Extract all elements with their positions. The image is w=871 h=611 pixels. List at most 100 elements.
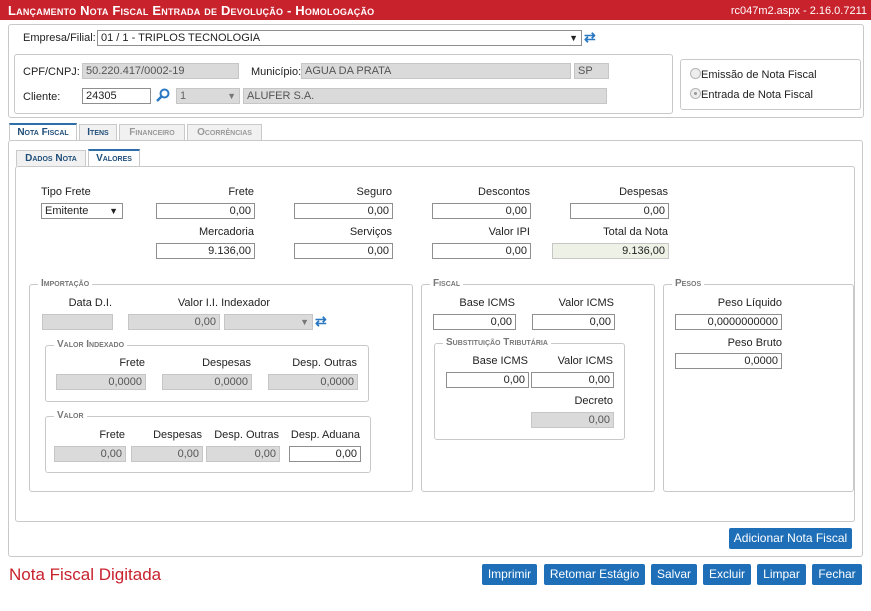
- valor-fieldset: Valor: [45, 410, 371, 473]
- valor-ipi-label: Valor IPI: [488, 226, 530, 238]
- cpf-label: CPF/CNPJ:: [23, 66, 80, 78]
- fechar-button[interactable]: Fechar: [812, 564, 862, 585]
- title-bar: Lançamento Nota Fiscal Entrada de Devolu…: [0, 0, 871, 20]
- cliente-code-field[interactable]: 24305: [82, 88, 151, 104]
- peso-bruto-label: Peso Bruto: [727, 337, 782, 349]
- peso-liquido-label: Peso Líquido: [717, 297, 782, 309]
- search-icon[interactable]: [155, 87, 171, 103]
- subst-legend: Substituição Tributária: [443, 337, 551, 348]
- descontos-label: Descontos: [478, 186, 530, 198]
- vi-despesas-field: 0,0000: [162, 374, 252, 390]
- st-base-icms-field[interactable]: 0,00: [446, 372, 529, 388]
- v-desp-outras-field: 0,00: [206, 446, 280, 462]
- v-despesas-field: 0,00: [131, 446, 203, 462]
- municipio-label: Município:: [251, 66, 302, 78]
- mode-panel: [680, 59, 861, 110]
- refresh-icon[interactable]: ⇄: [584, 30, 596, 44]
- valor-ii-label: Valor I.I. Indexador: [177, 297, 270, 309]
- cliente-seq-select[interactable]: 1 ▼: [176, 88, 240, 104]
- vi-frete-field: 0,0000: [56, 374, 146, 390]
- emissao-label[interactable]: Emissão de Nota Fiscal: [701, 69, 817, 81]
- v-frete-field: 0,00: [54, 446, 126, 462]
- mercadoria-label: Mercadoria: [198, 226, 254, 238]
- cliente-name-field: ALUFER S.A.: [243, 88, 607, 104]
- valor-icms-label: Valor ICMS: [558, 297, 614, 309]
- vi-frete-label: Frete: [119, 357, 145, 369]
- v-desp-aduana-field[interactable]: 0,00: [289, 446, 361, 462]
- mercadoria-field[interactable]: 9.136,00: [156, 243, 255, 259]
- v-despesas-label: Despesas: [153, 429, 202, 441]
- valor-icms-field[interactable]: 0,00: [532, 314, 615, 330]
- salvar-button[interactable]: Salvar: [651, 564, 697, 585]
- chevron-down-icon: ▼: [109, 206, 118, 216]
- chevron-down-icon: ▼: [300, 317, 309, 327]
- adicionar-nota-button[interactable]: Adicionar Nota Fiscal: [729, 528, 852, 549]
- imprimir-button[interactable]: Imprimir: [482, 564, 537, 585]
- chevron-down-icon: ▼: [569, 33, 578, 43]
- servicos-label: Serviços: [349, 226, 392, 238]
- valor-indexado-legend: Valor Indexado: [54, 339, 128, 350]
- status-text: Nota Fiscal Digitada: [9, 565, 162, 584]
- decreto-field: 0,00: [531, 412, 614, 428]
- tab-financeiro[interactable]: Financeiro: [119, 124, 185, 140]
- frete-field[interactable]: 0,00: [156, 203, 255, 219]
- cliente-label: Cliente:: [23, 91, 61, 103]
- tab-ocorrencias[interactable]: Ocorrências: [187, 124, 262, 140]
- pesos-legend: Pesos: [672, 278, 705, 289]
- valor-ipi-field[interactable]: 0,00: [432, 243, 531, 259]
- uf-field: SP: [574, 63, 609, 79]
- fiscal-legend: Fiscal: [430, 278, 464, 289]
- tab-nota-fiscal[interactable]: Nota Fiscal: [9, 123, 77, 140]
- version-label: rc047m2.aspx - 2.16.0.7211: [730, 5, 867, 17]
- cliente-seq-value: 1: [180, 90, 187, 102]
- seguro-label: Seguro: [356, 186, 392, 198]
- empresa-value: 01 / 1 - TRIPLOS TECNOLOGIA: [101, 32, 261, 44]
- st-base-icms-label: Base ICMS: [472, 355, 528, 367]
- peso-bruto-field[interactable]: 0,0000: [675, 353, 782, 369]
- total-nota-label: Total da Nota: [603, 226, 668, 238]
- entrada-label[interactable]: Entrada de Nota Fiscal: [701, 89, 813, 101]
- subtab-dados-nota[interactable]: Dados Nota: [16, 150, 86, 166]
- vi-desp-outras-label: Desp. Outras: [292, 357, 357, 369]
- st-valor-icms-field[interactable]: 0,00: [531, 372, 614, 388]
- v-frete-label: Frete: [99, 429, 125, 441]
- despesas-field[interactable]: 0,00: [570, 203, 669, 219]
- page-title: Lançamento Nota Fiscal Entrada de Devolu…: [8, 3, 375, 18]
- chevron-down-icon: ▼: [227, 91, 236, 101]
- refresh-icon[interactable]: ⇄: [315, 314, 327, 328]
- despesas-label: Despesas: [619, 186, 668, 198]
- v-desp-outras-label: Desp. Outras: [214, 429, 279, 441]
- tipo-frete-label: Tipo Frete: [41, 186, 91, 198]
- emissao-radio[interactable]: [690, 68, 701, 79]
- vi-despesas-label: Despesas: [202, 357, 251, 369]
- servicos-field[interactable]: 0,00: [294, 243, 393, 259]
- indexador-select: ▼: [224, 314, 313, 330]
- tipo-frete-select[interactable]: Emitente ▼: [41, 203, 123, 219]
- retomar-estagio-button[interactable]: Retomar Estágio: [544, 564, 645, 585]
- excluir-button[interactable]: Excluir: [703, 564, 751, 585]
- descontos-field[interactable]: 0,00: [432, 203, 531, 219]
- valor-ii-field: 0,00: [128, 314, 220, 330]
- cpf-field: 50.220.417/0002-19: [82, 63, 239, 79]
- v-desp-aduana-label: Desp. Aduana: [290, 429, 360, 441]
- st-valor-icms-label: Valor ICMS: [557, 355, 613, 367]
- peso-liquido-field[interactable]: 0,0000000000: [675, 314, 782, 330]
- entrada-radio[interactable]: [690, 88, 701, 99]
- seguro-field[interactable]: 0,00: [294, 203, 393, 219]
- decreto-label: Decreto: [574, 395, 613, 407]
- valor-legend: Valor: [54, 410, 87, 421]
- tab-itens[interactable]: Itens: [79, 124, 117, 140]
- total-nota-field: 9.136,00: [552, 243, 669, 259]
- tipo-frete-value: Emitente: [45, 205, 89, 217]
- subtab-valores[interactable]: Valores: [88, 149, 140, 166]
- frete-label: Frete: [228, 186, 254, 198]
- limpar-button[interactable]: Limpar: [757, 564, 806, 585]
- data-di-label: Data D.I.: [68, 297, 112, 309]
- data-di-field: [42, 314, 113, 330]
- municipio-field: AGUA DA PRATA: [301, 63, 571, 79]
- importacao-legend: Importação: [38, 278, 93, 289]
- empresa-label: Empresa/Filial:: [23, 32, 96, 44]
- vi-desp-outras-field: 0,0000: [268, 374, 358, 390]
- base-icms-field[interactable]: 0,00: [433, 314, 516, 330]
- empresa-select[interactable]: 01 / 1 - TRIPLOS TECNOLOGIA ▼: [97, 30, 582, 46]
